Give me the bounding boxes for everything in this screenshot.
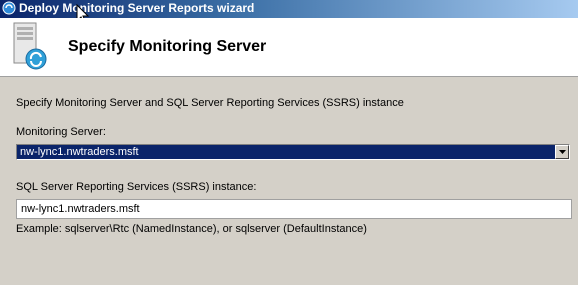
window-title: Deploy Monitoring Server Reports wizard [19,1,255,15]
monitoring-server-label: Monitoring Server: [16,126,106,138]
ssrs-instance-value: nw-lync1.nwtraders.msft [21,203,140,215]
ssrs-instance-input[interactable]: nw-lync1.nwtraders.msft [16,199,572,219]
page-title: Specify Monitoring Server [68,38,267,55]
app-icon [2,1,16,15]
monitoring-server-select[interactable]: nw-lync1.nwtraders.msft [16,144,570,160]
dropdown-button[interactable] [555,145,569,159]
wizard-content: Specify Monitoring Server and SQL Server… [0,77,578,285]
chevron-down-icon [559,150,566,154]
server-refresh-icon [13,22,47,70]
monitoring-server-value: nw-lync1.nwtraders.msft [20,146,139,158]
description-text: Specify Monitoring Server and SQL Server… [16,97,404,109]
ssrs-instance-label: SQL Server Reporting Services (SSRS) ins… [16,181,257,193]
example-text: Example: sqlserver\Rtc (NamedInstance), … [16,223,367,235]
wizard-header: Specify Monitoring Server [0,18,578,77]
